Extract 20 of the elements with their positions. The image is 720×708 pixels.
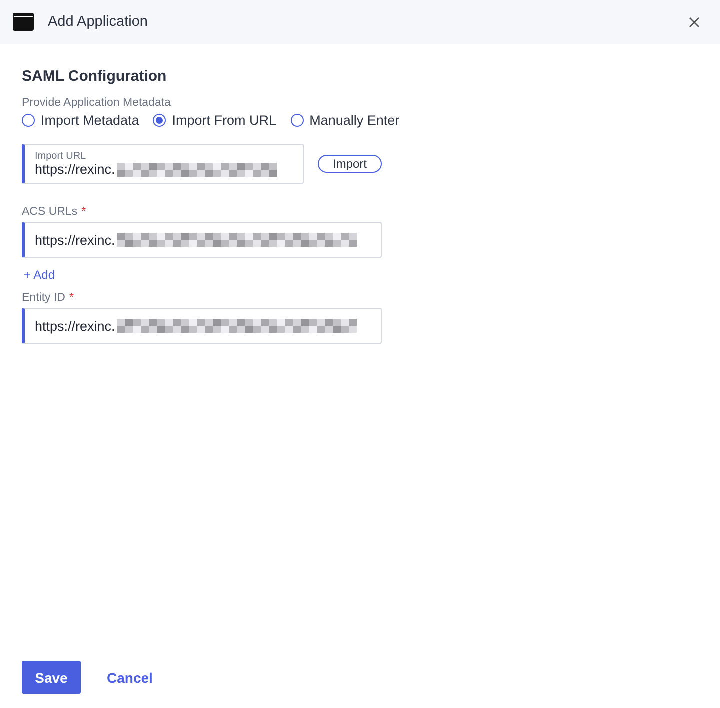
radio-option[interactable]: Import Metadata: [22, 113, 140, 128]
window-title: Add Application: [48, 14, 149, 30]
field-label: Provide Application Metadata: [22, 97, 172, 109]
import-url-field[interactable]: Import URL https://rexinc.: [22, 144, 304, 184]
window-icon: [13, 13, 34, 31]
acs-url-field[interactable]: https://rexinc.: [22, 222, 382, 258]
cancel-button[interactable]: Cancel: [107, 670, 153, 686]
section-title: SAML Configuration: [22, 68, 168, 85]
close-icon[interactable]: [687, 14, 702, 30]
field-value: https://rexinc.: [35, 232, 116, 248]
radio-option[interactable]: Manually Enter: [290, 113, 400, 128]
radio-option[interactable]: Import From URL: [153, 113, 277, 128]
field-label: ACS URLs *: [22, 206, 88, 218]
field-value: https://rexinc.: [35, 162, 116, 177]
add-link[interactable]: + Add: [24, 268, 56, 282]
field-label: Entity ID *: [22, 292, 75, 304]
save-button[interactable]: Save: [22, 661, 81, 694]
entity-id-field[interactable]: https://rexinc.: [22, 308, 382, 344]
field-value: https://rexinc.: [35, 318, 116, 334]
import-button[interactable]: Import: [318, 155, 382, 173]
